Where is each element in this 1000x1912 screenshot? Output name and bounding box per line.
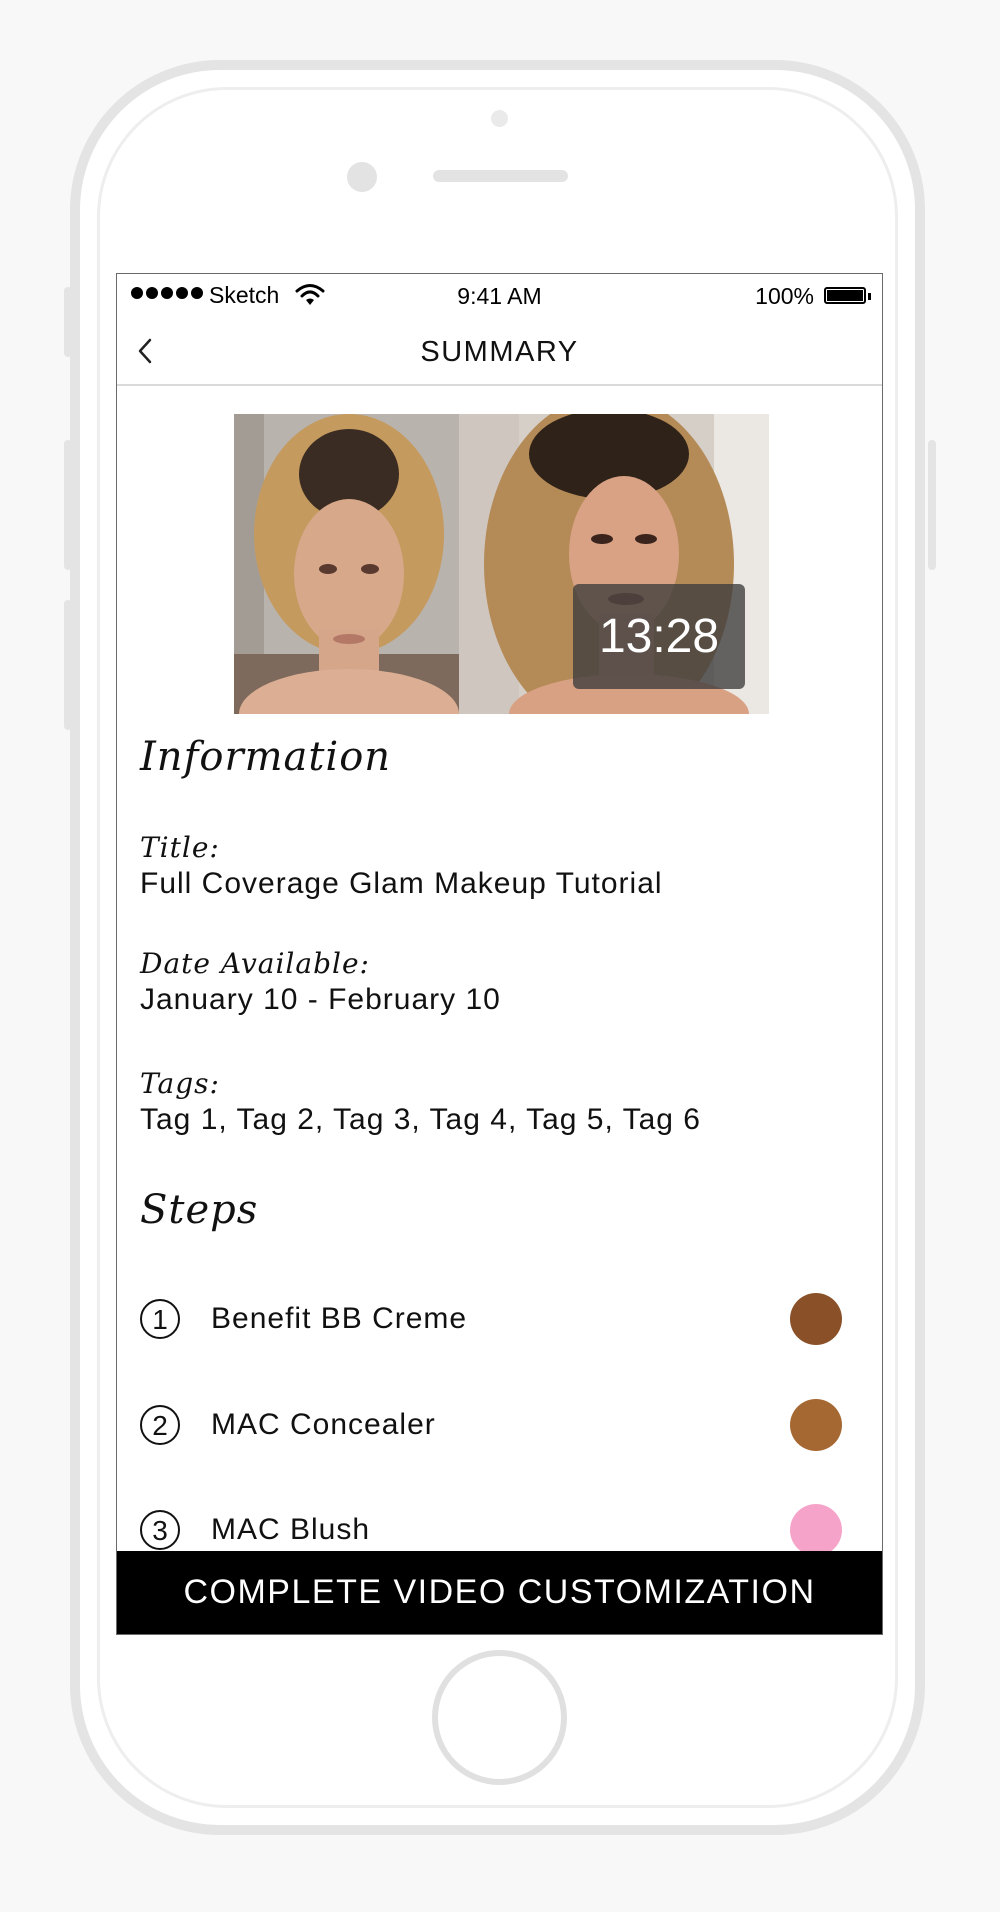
- navigation-bar: SUMMARY: [117, 318, 882, 386]
- mute-switch: [64, 287, 72, 357]
- step-item[interactable]: 1 Benefit BB Creme: [140, 1293, 860, 1348]
- page-title: SUMMARY: [420, 336, 579, 368]
- power-button: [928, 440, 936, 570]
- step-number: 1: [140, 1299, 180, 1339]
- volume-up-button: [64, 440, 72, 570]
- step-number: 3: [140, 1510, 180, 1550]
- step-name: Benefit BB Creme: [211, 1302, 468, 1335]
- home-button[interactable]: [432, 1650, 567, 1785]
- color-swatch[interactable]: [790, 1399, 842, 1451]
- color-swatch[interactable]: [790, 1504, 842, 1556]
- battery-percentage: 100%: [755, 283, 814, 309]
- complete-video-customization-button[interactable]: COMPLETE VIDEO CUSTOMIZATION: [117, 1551, 882, 1634]
- information-heading: Information: [140, 734, 392, 780]
- front-camera: [347, 162, 377, 192]
- tags-label: Tags:: [140, 1067, 220, 1100]
- title-label: Title:: [140, 831, 220, 864]
- status-bar: Sketch 9:41 AM 100%: [117, 274, 882, 318]
- step-item[interactable]: 2 MAC Concealer: [140, 1399, 860, 1454]
- tags-value: Tag 1, Tag 2, Tag 3, Tag 4, Tag 5, Tag 6: [140, 1103, 701, 1136]
- app-screen: Sketch 9:41 AM 100% SUMMARY 13:28 Inform…: [116, 273, 883, 1635]
- step-number: 2: [140, 1405, 180, 1445]
- steps-heading: Steps: [140, 1187, 259, 1233]
- color-swatch[interactable]: [790, 1293, 842, 1345]
- battery-cap: [868, 293, 871, 300]
- video-duration-badge: 13:28: [573, 584, 745, 689]
- step-name: MAC Blush: [211, 1513, 371, 1546]
- proximity-sensor: [491, 110, 508, 127]
- step-name: MAC Concealer: [211, 1408, 436, 1441]
- video-thumbnail[interactable]: 13:28: [234, 414, 769, 714]
- battery-icon: [824, 287, 866, 304]
- title-value: Full Coverage Glam Makeup Tutorial: [140, 867, 663, 900]
- date-available-label: Date Available:: [140, 947, 370, 980]
- earpiece-speaker: [433, 170, 568, 182]
- date-available-value: January 10 - February 10: [140, 983, 501, 1016]
- volume-down-button: [64, 600, 72, 730]
